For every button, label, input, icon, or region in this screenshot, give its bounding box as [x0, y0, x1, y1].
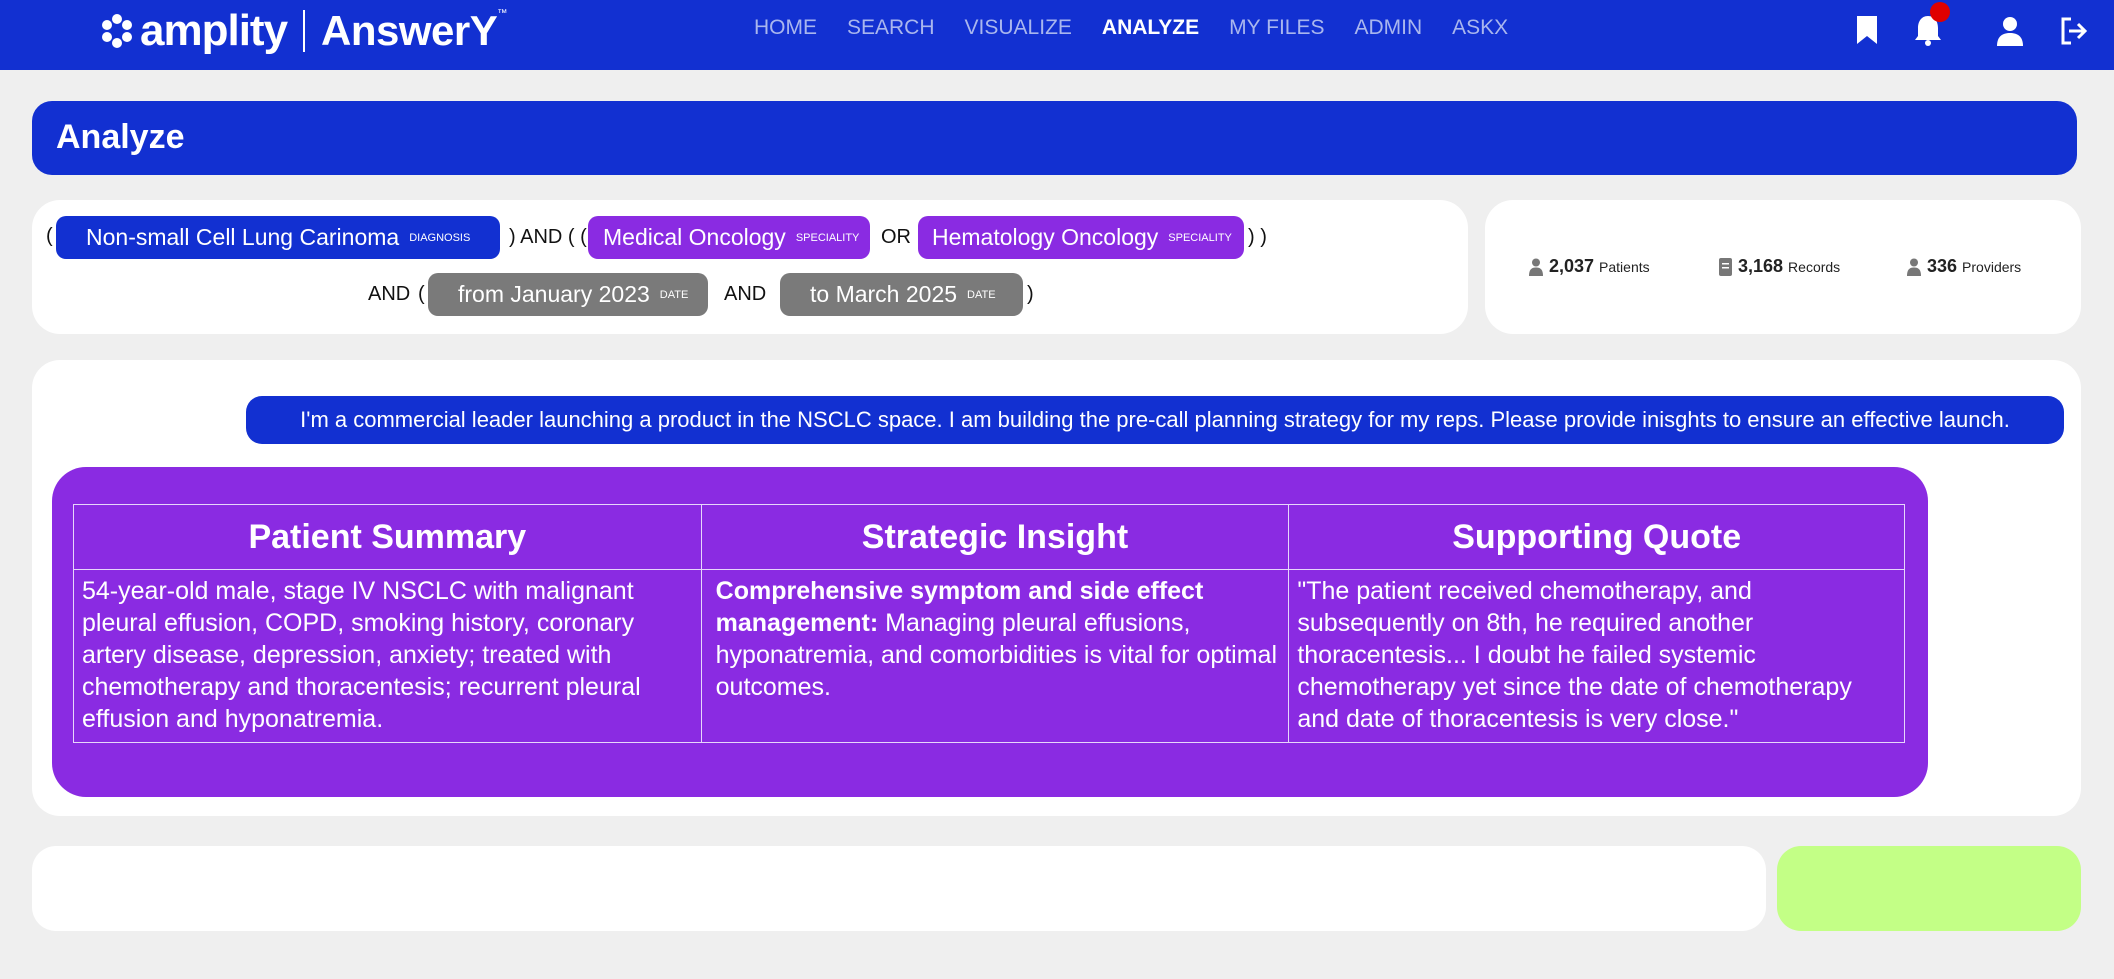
- product-name: AnswerY: [321, 7, 498, 54]
- date-from-pill[interactable]: from January 2023 DATE: [428, 273, 708, 316]
- logout-icon[interactable]: [2060, 17, 2088, 45]
- send-button[interactable]: [1777, 846, 2081, 931]
- supporting-quote-cell: "The patient received chemotherapy, and …: [1288, 569, 1905, 743]
- query-paren: ) ): [1248, 226, 1267, 248]
- table-header-row: Patient Summary Strategic Insight Suppor…: [73, 504, 1905, 570]
- pill-type-tag: SPECIALITY: [795, 231, 860, 244]
- nav-askx[interactable]: ASKX: [1452, 14, 1508, 42]
- trademark: ™: [497, 8, 508, 19]
- pill-label: Hematology Oncology: [932, 224, 1159, 250]
- nav-home[interactable]: HOME: [754, 14, 817, 42]
- user-icon[interactable]: [1996, 16, 2024, 46]
- bookmark-icon[interactable]: [1855, 16, 1879, 44]
- providers-count: 336: [1927, 256, 1958, 276]
- diagnosis-filter-pill[interactable]: Non-small Cell Lung Carinoma DIAGNOSIS: [56, 216, 500, 259]
- pill-type-tag: SPECIALITY: [1168, 231, 1232, 244]
- strategic-insight-cell: Comprehensive symptom and side effect ma…: [700, 569, 1290, 743]
- brand-name: amplity: [140, 6, 288, 55]
- brand-divider: [303, 10, 306, 52]
- summary-stats: 2,037 Patients 3,168 Records 336 Provide…: [1485, 200, 2081, 334]
- pill-type-tag: DATE: [659, 288, 689, 301]
- query-paren: ): [1027, 283, 1034, 305]
- nav-admin[interactable]: ADMIN: [1354, 14, 1422, 42]
- query-paren: (: [46, 225, 53, 247]
- query-operator: OR: [881, 226, 911, 248]
- page-header: Analyze: [32, 101, 2077, 175]
- user-message-bubble: I'm a commercial leader launching a prod…: [246, 396, 2064, 444]
- patient-summary-cell: 54-year-old male, stage IV NSCLC with ma…: [73, 569, 702, 743]
- column-header: Supporting Quote: [1288, 504, 1905, 570]
- pill-type-tag: DIAGNOSIS: [409, 231, 471, 244]
- nav-analyze[interactable]: ANALYZE: [1102, 14, 1199, 42]
- pill-type-tag: DATE: [967, 288, 996, 301]
- table-row: 54-year-old male, stage IV NSCLC with ma…: [73, 569, 1905, 743]
- records-stat: 3,168 Records: [1719, 256, 1840, 277]
- chat-input[interactable]: [32, 846, 1766, 931]
- date-to-pill[interactable]: to March 2025 DATE: [780, 273, 1023, 316]
- query-operator: AND: [368, 283, 411, 305]
- brand-logo[interactable]: amplity AnswerY ™: [100, 6, 507, 56]
- top-navbar: amplity AnswerY ™ HOME SEARCH VISUALIZE …: [0, 0, 2114, 70]
- document-icon: [1719, 257, 1732, 276]
- column-header: Strategic Insight: [700, 504, 1290, 570]
- person-icon: [1529, 258, 1543, 276]
- nav-my-files[interactable]: MY FILES: [1229, 14, 1324, 42]
- query-operator: AND: [724, 283, 767, 305]
- specialty-filter-pill[interactable]: Hematology Oncology SPECIALITY: [918, 216, 1244, 259]
- specialty-filter-pill[interactable]: Medical Oncology SPECIALITY: [588, 216, 870, 259]
- column-header: Patient Summary: [73, 504, 702, 570]
- person-icon: [1907, 258, 1921, 276]
- providers-label: Providers: [1962, 258, 2022, 275]
- patients-stat: 2,037 Patients: [1529, 256, 1650, 277]
- main-nav: HOME SEARCH VISUALIZE ANALYZE MY FILES A…: [754, 14, 1538, 42]
- page-title: Analyze: [56, 118, 185, 156]
- query-paren: (: [418, 283, 425, 305]
- query-operator: ) AND ( (: [509, 226, 587, 248]
- pill-label: to March 2025: [810, 281, 958, 307]
- amplity-logo-icon: [100, 14, 134, 48]
- pill-label: Non-small Cell Lung Carinoma: [86, 224, 400, 250]
- providers-stat: 336 Providers: [1907, 256, 2021, 277]
- nav-visualize[interactable]: VISUALIZE: [965, 14, 1072, 42]
- records-label: Records: [1788, 258, 1841, 275]
- patients-label: Patients: [1599, 258, 1650, 275]
- patients-count: 2,037: [1549, 256, 1595, 276]
- pill-label: Medical Oncology: [603, 224, 786, 250]
- pill-label: from January 2023: [458, 281, 650, 307]
- notification-badge: [1930, 2, 1950, 22]
- nav-search[interactable]: SEARCH: [847, 14, 935, 42]
- records-count: 3,168: [1738, 256, 1784, 276]
- insights-table: Patient Summary Strategic Insight Suppor…: [73, 504, 1905, 743]
